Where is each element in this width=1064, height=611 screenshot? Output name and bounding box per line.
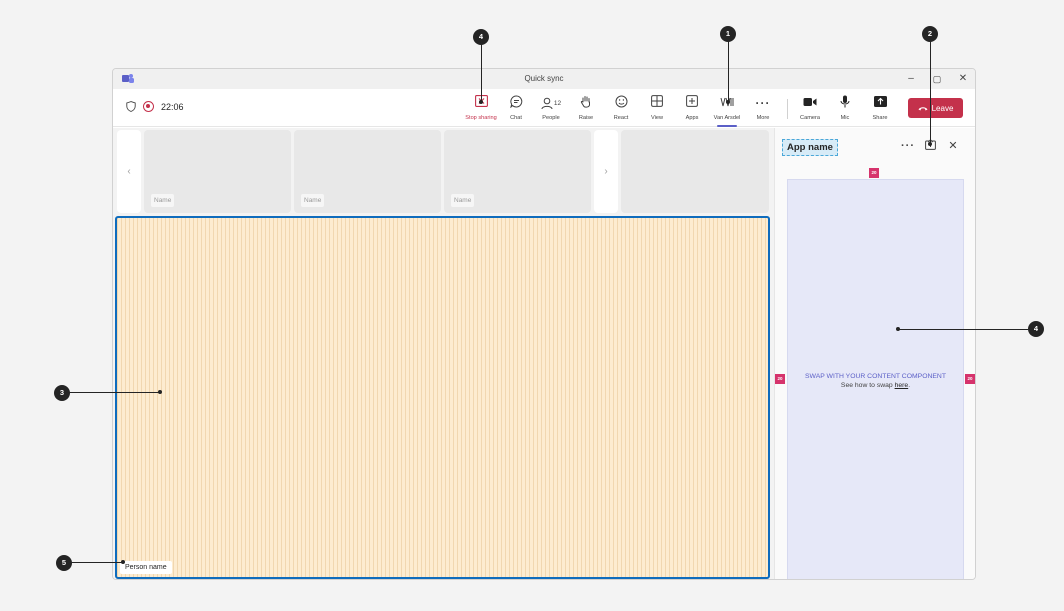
share-screen-icon xyxy=(863,95,897,111)
swap-content-title: SWAP WITH YOUR CONTENT COMPONENT xyxy=(805,373,946,380)
chevron-left-icon: ‹ xyxy=(127,166,131,177)
apps-label: Apps xyxy=(685,115,699,121)
chat-button[interactable]: Chat xyxy=(499,95,533,123)
swap-instructions: See how to swap here. xyxy=(788,382,963,389)
people-count: 12 xyxy=(553,99,562,107)
callout-4-top-leader xyxy=(481,44,482,101)
meeting-toolbar: 22:06 Stop sharing Chat 12 People Raise xyxy=(113,89,975,127)
placeholder-text: SWAP WITH YOUR CONTENT COMPONENT See how… xyxy=(788,373,963,389)
meeting-stage: ‹ Name Name Name › Person name xyxy=(113,128,774,579)
callout-4-top-dot xyxy=(479,100,483,104)
raise-label: Raise xyxy=(578,115,594,121)
callout-1-leader xyxy=(728,41,729,101)
stop-sharing-label: Stop sharing xyxy=(465,115,497,121)
callout-4-right: 4 xyxy=(1028,321,1044,337)
react-button[interactable]: React xyxy=(604,95,638,123)
participant-tile[interactable] xyxy=(621,130,769,213)
more-button[interactable]: ··· More xyxy=(746,95,780,123)
more-options-icon: ··· xyxy=(755,96,771,110)
microphone-icon xyxy=(828,95,862,111)
camera-label: Camera xyxy=(800,115,820,121)
callout-1: 1 xyxy=(720,26,736,42)
leave-button[interactable]: Leave xyxy=(908,98,963,118)
people-button[interactable]: 12 People xyxy=(534,95,568,123)
shield-icon[interactable] xyxy=(126,101,136,112)
share-button[interactable]: Share xyxy=(863,95,897,123)
callout-5-leader xyxy=(69,562,124,563)
toolbar-divider xyxy=(787,99,788,119)
participant-name: Name xyxy=(151,194,175,207)
close-window-button[interactable]: ✕ xyxy=(955,72,971,86)
recording-icon xyxy=(143,101,154,112)
people-label: People xyxy=(542,115,560,121)
camera-icon xyxy=(793,95,827,111)
participant-name: Name xyxy=(451,194,475,207)
here-link[interactable]: here xyxy=(895,382,909,389)
meeting-timer: 22:06 xyxy=(161,101,184,112)
shared-content-area[interactable]: Person name xyxy=(115,216,770,579)
grid-view-icon xyxy=(640,95,674,111)
panel-more-options-icon[interactable]: ··· xyxy=(901,139,915,153)
participant-tile[interactable]: Name xyxy=(294,130,441,213)
raise-hand-icon xyxy=(569,95,603,111)
callout-3: 3 xyxy=(54,385,70,401)
people-icon: 12 xyxy=(534,95,568,111)
callout-2-leader xyxy=(930,41,931,144)
van-arsdel-label: Van Arsdel xyxy=(713,115,741,121)
camera-button[interactable]: Camera xyxy=(793,95,827,123)
meeting-status: 22:06 xyxy=(126,101,184,112)
participant-name: Name xyxy=(301,194,325,207)
add-app-icon xyxy=(675,95,709,111)
maximize-button[interactable]: ▢ xyxy=(929,72,945,86)
swap-instructions-end: . xyxy=(908,382,911,389)
app-side-panel: App name ··· ✕ SWAP WITH YOUR CONTENT CO… xyxy=(774,128,975,579)
callout-3-leader xyxy=(69,392,160,393)
spacing-marker-right: 20 xyxy=(965,374,975,384)
share-label: Share xyxy=(872,115,888,121)
view-label: View xyxy=(650,115,664,121)
more-label: More xyxy=(756,115,770,121)
callout-5: 5 xyxy=(56,555,72,571)
callout-3-dot xyxy=(158,390,162,394)
callout-2-dot xyxy=(928,142,932,146)
callout-4-top: 4 xyxy=(473,29,489,45)
callout-4-right-leader xyxy=(898,329,1028,330)
app-name-title: App name xyxy=(782,139,838,156)
window-title: Quick sync xyxy=(524,74,564,83)
previous-participants-button[interactable]: ‹ xyxy=(117,130,141,213)
participant-tile[interactable]: Name xyxy=(444,130,591,213)
swap-instructions-text: See how to swap xyxy=(840,382,895,389)
callout-2: 2 xyxy=(922,26,938,42)
callout-1-dot xyxy=(726,100,730,104)
callout-5-dot xyxy=(121,560,125,564)
chevron-right-icon: › xyxy=(604,166,608,177)
spacing-marker-top: 20 xyxy=(869,168,879,178)
meeting-window: Quick sync – ▢ ✕ 22:06 Stop sharing Chat xyxy=(112,68,976,580)
close-panel-icon[interactable]: ✕ xyxy=(946,139,960,153)
mic-label: Mic xyxy=(840,115,850,121)
callout-4-right-dot xyxy=(896,327,900,331)
apps-button[interactable]: Apps xyxy=(675,95,709,123)
leave-label: Leave xyxy=(931,103,954,113)
next-participants-button[interactable]: › xyxy=(594,130,618,213)
person-name-label: Person name xyxy=(120,561,172,574)
hang-up-icon xyxy=(918,106,928,110)
panel-header: App name ··· ✕ xyxy=(775,128,975,166)
chat-label: Chat xyxy=(510,115,522,121)
raise-hand-button[interactable]: Raise xyxy=(569,95,603,123)
chat-icon xyxy=(499,95,533,111)
content-component-placeholder: SWAP WITH YOUR CONTENT COMPONENT See how… xyxy=(787,179,964,579)
react-label: React xyxy=(613,115,629,121)
smiley-icon xyxy=(604,95,638,111)
minimize-button[interactable]: – xyxy=(903,72,919,86)
view-button[interactable]: View xyxy=(640,95,674,123)
participant-tile[interactable]: Name xyxy=(144,130,291,213)
spacing-marker-left: 20 xyxy=(775,374,785,384)
mic-button[interactable]: Mic xyxy=(828,95,862,123)
title-bar: Quick sync – ▢ ✕ xyxy=(113,69,975,89)
